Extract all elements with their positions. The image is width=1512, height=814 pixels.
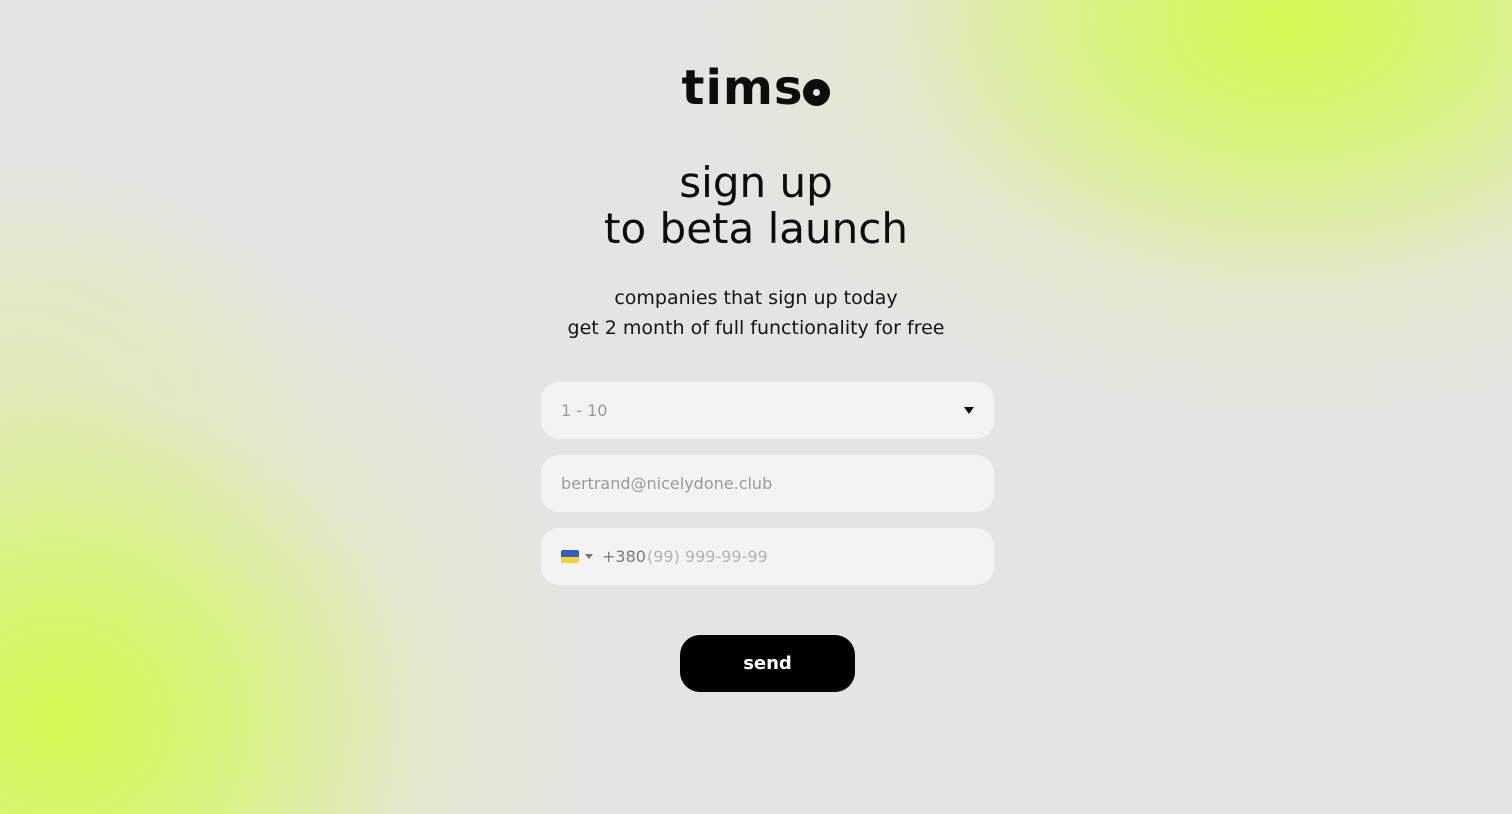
phone-dial-code: +380 [602,547,646,566]
send-button[interactable]: send [680,635,855,692]
chevron-down-icon [964,407,974,414]
promo-description-line-2: get 2 month of full functionality for fr… [567,317,945,339]
timso-logo: tims [0,60,1512,116]
page-title: sign up to beta launch [0,160,1512,252]
page-title-line-1: sign up [679,158,833,207]
ukraine-flag-icon[interactable] [561,550,579,563]
page-title-line-2: to beta launch [604,204,908,253]
company-size-select[interactable]: 1 - 10 [541,382,994,439]
phone-field[interactable]: +380 (99) 999-99-99 [541,528,994,585]
company-size-value: 1 - 10 [561,401,608,420]
logo-text: tims [681,60,804,116]
promo-description: companies that sign up today get 2 month… [0,283,1512,343]
logo-dot-icon [803,79,831,106]
promo-description-line-1: companies that sign up today [614,287,898,309]
email-field[interactable] [561,455,971,512]
country-dropdown-icon[interactable] [585,554,593,559]
email-field-wrapper [541,455,994,512]
phone-placeholder: (99) 999-99-99 [647,547,768,566]
